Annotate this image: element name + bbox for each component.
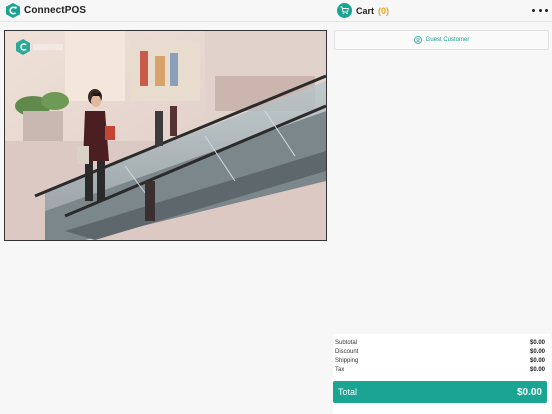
cart-panel: Guest Customer Subtotal $0.00 Discount $… [331, 22, 552, 414]
summary-label: Shipping [335, 358, 359, 364]
summary-value: $0.00 [529, 340, 545, 346]
checkout-total-button[interactable]: Total $0.00 [333, 381, 547, 403]
total-value: $0.00 [516, 386, 542, 398]
summary-label: Tax [335, 367, 345, 373]
summary-value: $0.00 [529, 349, 545, 355]
summary-row-tax: Tax $0.00 [335, 367, 545, 373]
brand-name: ConnectPOS [24, 5, 87, 16]
promo-banner [4, 30, 327, 241]
cart-title: Cart [356, 5, 375, 16]
summary-row-discount: Discount $0.00 [335, 349, 545, 355]
cart-icon [337, 3, 352, 18]
summary-label: Discount [335, 349, 359, 355]
guest-customer-button[interactable]: Guest Customer [334, 30, 549, 50]
guest-customer-label: Guest Customer [425, 37, 470, 43]
top-bar: ConnectPOS Cart (0) [0, 0, 552, 22]
summary-value: $0.00 [529, 367, 545, 373]
summary-value: $0.00 [529, 358, 545, 364]
summary-row-shipping: Shipping $0.00 [335, 358, 545, 364]
user-circle-icon [413, 36, 422, 44]
summary-label: Subtotal [335, 340, 358, 346]
cart-count: (0) [378, 5, 390, 16]
brand[interactable]: ConnectPOS [6, 3, 86, 18]
more-dots-icon[interactable] [532, 4, 548, 16]
cart-header: Cart (0) [337, 3, 389, 18]
shopping-mall-photo [5, 31, 326, 240]
connectpos-logo-icon [6, 3, 20, 18]
summary-row-subtotal: Subtotal $0.00 [335, 340, 545, 346]
total-label: Total [338, 387, 358, 397]
